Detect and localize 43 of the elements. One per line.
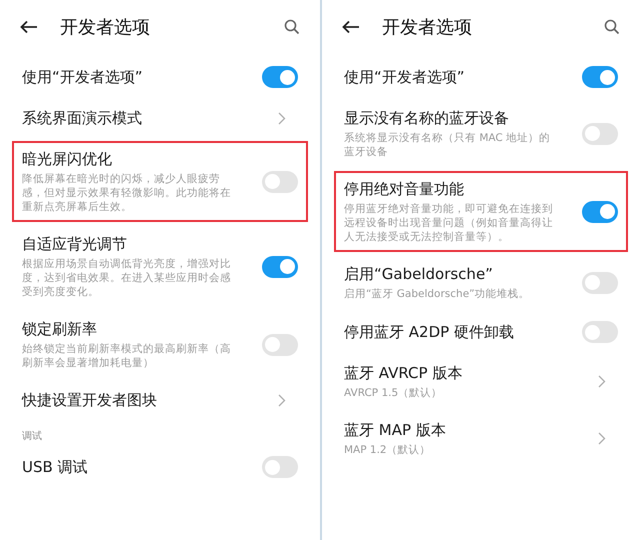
search-icon[interactable] xyxy=(604,19,620,35)
toggle-switch[interactable] xyxy=(262,456,298,478)
chevron-icon xyxy=(598,432,606,445)
setting-title: 启用“Gabeldorsche” xyxy=(344,264,494,285)
setting-title: 暗光屏闪优化 xyxy=(22,149,113,170)
toggle-switch[interactable] xyxy=(262,66,298,88)
setting-description: 始终锁定当前刷新率模式的最高刷新率（高刷新率会显著增加耗电量） xyxy=(22,342,232,370)
setting-description: 系统将显示没有名称（只有 MAC 地址）的蓝牙设备 xyxy=(344,131,552,159)
setting-description: AVRCP 1.5（默认） xyxy=(344,386,444,400)
toggle-switch[interactable] xyxy=(582,66,618,88)
setting-description: 启用“蓝牙 Gabeldorsche”功能堆栈。 xyxy=(344,287,531,301)
toggle-switch[interactable] xyxy=(582,321,618,343)
toggle-switch[interactable] xyxy=(582,122,618,144)
setting-title: 使用“开发者选项” xyxy=(344,66,466,88)
setting-title: 停用绝对音量功能 xyxy=(344,179,465,200)
setting-title: 蓝牙 MAP 版本 xyxy=(344,420,447,441)
setting-description: 降低屏幕在暗光时的闪烁，减少人眼疲劳感，但对显示效果有轻微影响。此功能将在重新点亮屏幕后生效。 xyxy=(22,172,232,214)
setting-description: 停用蓝牙绝对音量功能，即可避免在连接到远程设备时出现音量问题（例如音量高得让人无法接受或无法控制音量等）。 xyxy=(344,202,554,244)
toggle-switch[interactable] xyxy=(262,170,298,192)
setting-title: 停用蓝牙 A2DP 硬件卸载 xyxy=(344,322,515,342)
setting-title: 自适应背光调节 xyxy=(22,234,128,255)
toggle-switch[interactable] xyxy=(582,200,618,222)
setting-title: USB 调试 xyxy=(22,456,89,478)
toggle-switch[interactable] xyxy=(262,334,298,356)
back-arrow-icon[interactable] xyxy=(342,20,360,34)
chevron-icon xyxy=(278,112,286,125)
page-title: 开发者选项 xyxy=(382,16,473,40)
search-icon[interactable] xyxy=(284,19,300,35)
setting-title: 系统界面演示模式 xyxy=(22,108,143,129)
toggle-switch[interactable] xyxy=(582,272,618,294)
page-title: 开发者选项 xyxy=(60,16,151,40)
setting-description: MAP 1.2（默认） xyxy=(344,443,432,457)
chevron-icon xyxy=(598,375,606,388)
section-header: 调试 xyxy=(22,431,42,442)
chevron-icon xyxy=(278,394,286,407)
back-arrow-icon[interactable] xyxy=(20,20,38,34)
setting-title: 快捷设置开发者图块 xyxy=(22,390,158,411)
setting-title: 锁定刷新率 xyxy=(22,319,98,340)
setting-title: 使用“开发者选项” xyxy=(22,66,144,88)
setting-description: 根据应用场景自动调低背光亮度，增强对比度，达到省电效果。在进入某些应用时会感受到亮度变化。 xyxy=(22,257,232,299)
toggle-switch[interactable] xyxy=(262,256,298,278)
setting-title: 蓝牙 AVRCP 版本 xyxy=(344,363,464,384)
setting-title: 显示没有名称的蓝牙设备 xyxy=(344,108,510,129)
